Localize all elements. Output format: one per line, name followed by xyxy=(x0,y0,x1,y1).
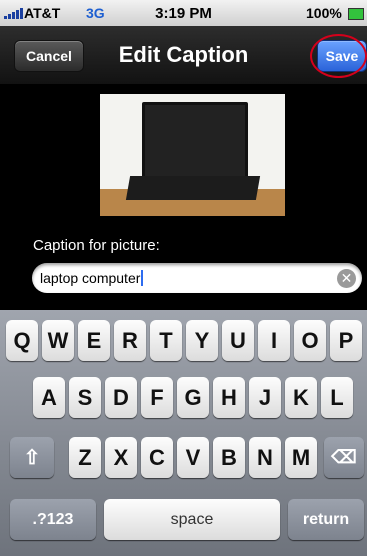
delete-key[interactable]: ⌫ xyxy=(324,437,364,478)
backspace-icon: ⌫ xyxy=(331,447,357,467)
key-g[interactable]: G xyxy=(177,377,209,418)
key-x[interactable]: X xyxy=(105,437,137,478)
key-u[interactable]: U xyxy=(222,320,254,361)
key-d[interactable]: D xyxy=(105,377,137,418)
key-w[interactable]: W xyxy=(42,320,74,361)
photo-laptop-screen xyxy=(142,102,248,180)
caption-label: Caption for picture: xyxy=(33,237,160,254)
caption-input-text: laptop computer xyxy=(40,270,144,286)
key-i[interactable]: I xyxy=(258,320,290,361)
key-z[interactable]: Z xyxy=(69,437,101,478)
key-a[interactable]: A xyxy=(33,377,65,418)
key-b[interactable]: B xyxy=(213,437,245,478)
photo-laptop-keyboard xyxy=(125,176,261,200)
key-y[interactable]: Y xyxy=(186,320,218,361)
key-v[interactable]: V xyxy=(177,437,209,478)
clear-text-icon[interactable]: ✕ xyxy=(337,269,356,288)
key-c[interactable]: C xyxy=(141,437,173,478)
shift-arrow-icon: ⇧ xyxy=(23,447,41,469)
key-l[interactable]: L xyxy=(321,377,353,418)
key-p[interactable]: P xyxy=(330,320,362,361)
battery-percent: 100% xyxy=(306,5,342,21)
key-e[interactable]: E xyxy=(78,320,110,361)
key-q[interactable]: Q xyxy=(6,320,38,361)
onscreen-keyboard: Q W E R T Y U I O P A S D F G H J K L ⇧ … xyxy=(0,310,367,556)
numbers-key[interactable]: .?123 xyxy=(10,499,96,540)
key-k[interactable]: K xyxy=(285,377,317,418)
key-h[interactable]: H xyxy=(213,377,245,418)
status-bar: AT&T 3G 3:19 PM 100% xyxy=(0,0,367,26)
key-s[interactable]: S xyxy=(69,377,101,418)
key-f[interactable]: F xyxy=(141,377,173,418)
key-j[interactable]: J xyxy=(249,377,281,418)
key-r[interactable]: R xyxy=(114,320,146,361)
battery-icon xyxy=(348,8,364,20)
key-n[interactable]: N xyxy=(249,437,281,478)
iphone-screen: AT&T 3G 3:19 PM 100% Cancel Edit Caption… xyxy=(0,0,367,556)
key-t[interactable]: T xyxy=(150,320,182,361)
caption-editor: Caption for picture: laptop computer ✕ xyxy=(0,84,367,310)
save-highlight-circle xyxy=(310,34,367,78)
key-o[interactable]: O xyxy=(294,320,326,361)
space-bar[interactable]: space xyxy=(104,499,280,540)
navigation-bar: Cancel Edit Caption Save xyxy=(0,26,367,84)
return-key[interactable]: return xyxy=(288,499,364,540)
text-cursor xyxy=(141,270,144,286)
photo-thumbnail xyxy=(100,94,285,216)
caption-input[interactable]: laptop computer ✕ xyxy=(32,263,362,293)
key-m[interactable]: M xyxy=(285,437,317,478)
shift-key[interactable]: ⇧ xyxy=(10,437,54,478)
